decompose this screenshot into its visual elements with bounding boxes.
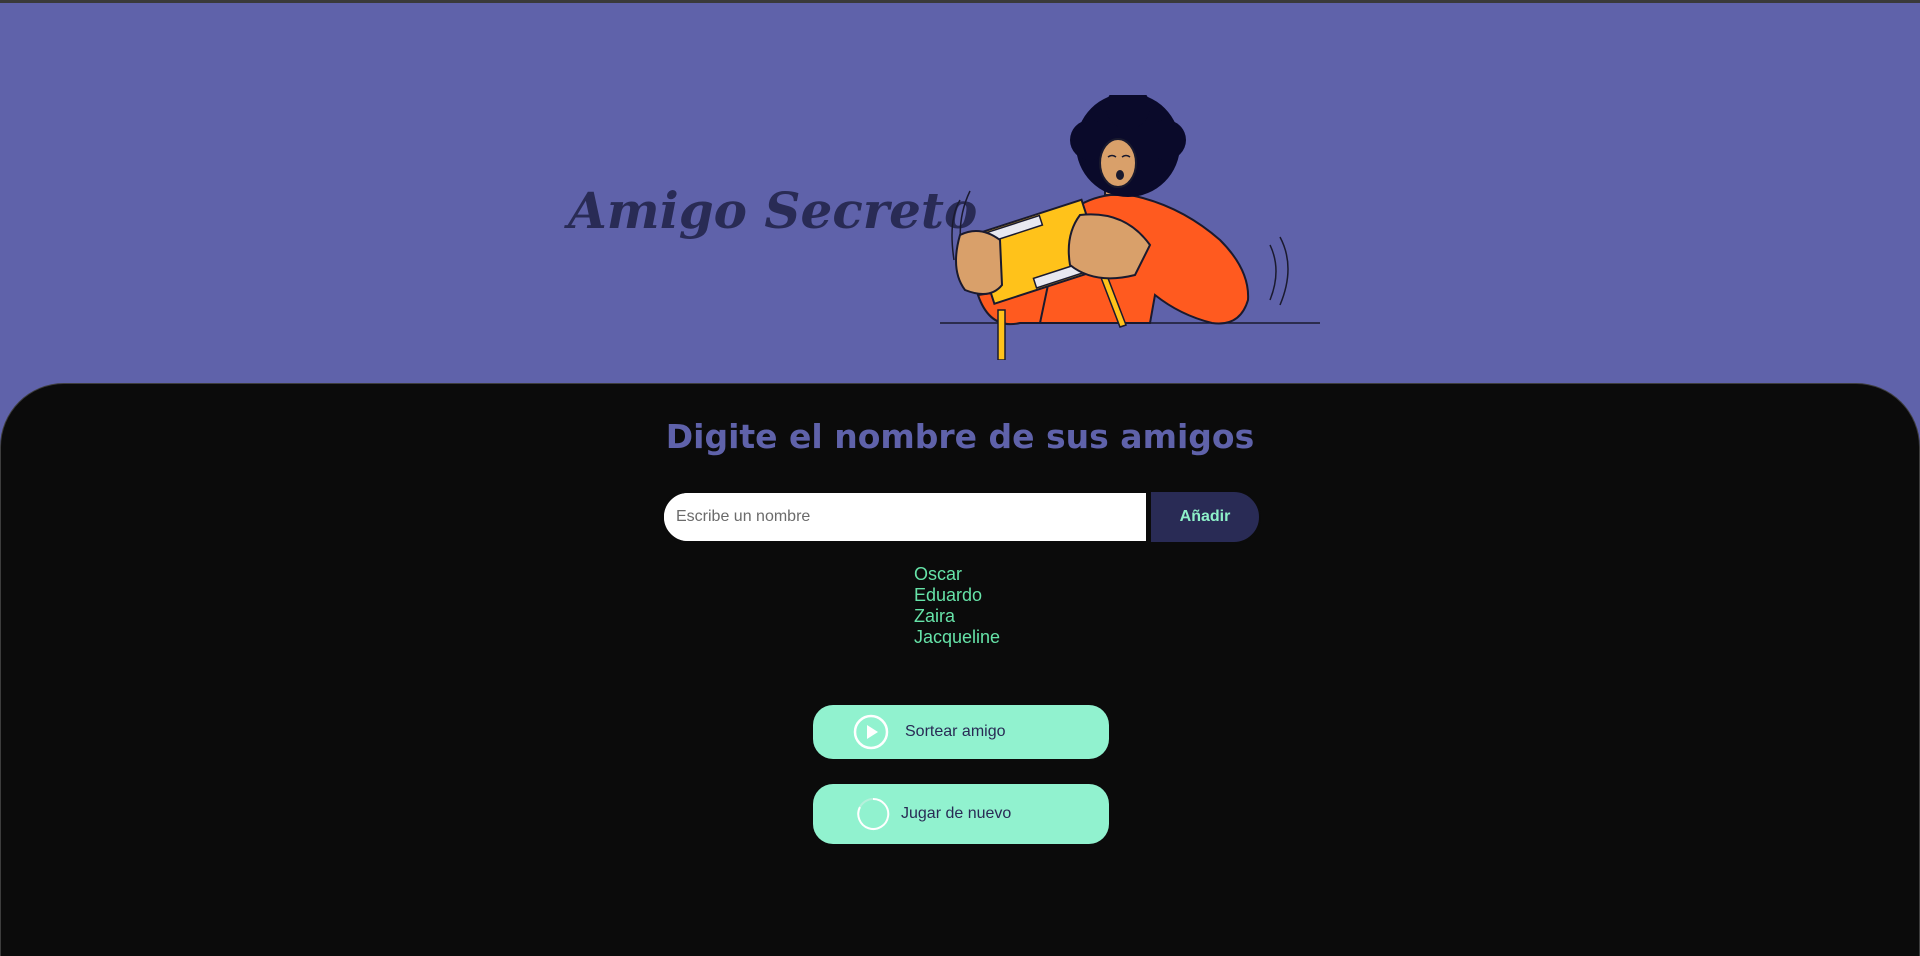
list-item: Jacqueline <box>914 627 1001 647</box>
friends-list: Oscar Eduardo Zaira Jacqueline <box>914 564 1000 648</box>
list-item: Eduardo <box>914 585 983 605</box>
add-button[interactable]: Añadir <box>1149 490 1261 544</box>
main-panel: Digite el nombre de sus amigos Añadir Os… <box>0 383 1920 956</box>
draw-friend-label: Sortear amigo <box>905 723 1006 740</box>
person-with-gift-illustration <box>940 95 1320 360</box>
refresh-icon <box>857 797 890 830</box>
friend-name-input[interactable] <box>661 490 1149 544</box>
play-again-button[interactable]: Jugar de nuevo <box>813 784 1109 844</box>
header: Amigo Secreto <box>0 3 1920 383</box>
play-icon <box>853 714 889 750</box>
draw-friend-button[interactable]: Sortear amigo <box>813 705 1109 759</box>
page-title: Amigo Secreto <box>568 181 978 240</box>
list-item: Oscar <box>914 564 963 584</box>
section-heading: Digite el nombre de sus amigos <box>665 417 1255 456</box>
add-friend-form: Añadir <box>661 490 1261 544</box>
play-again-label: Jugar de nuevo <box>901 805 1012 822</box>
list-item: Zaira <box>914 606 956 626</box>
